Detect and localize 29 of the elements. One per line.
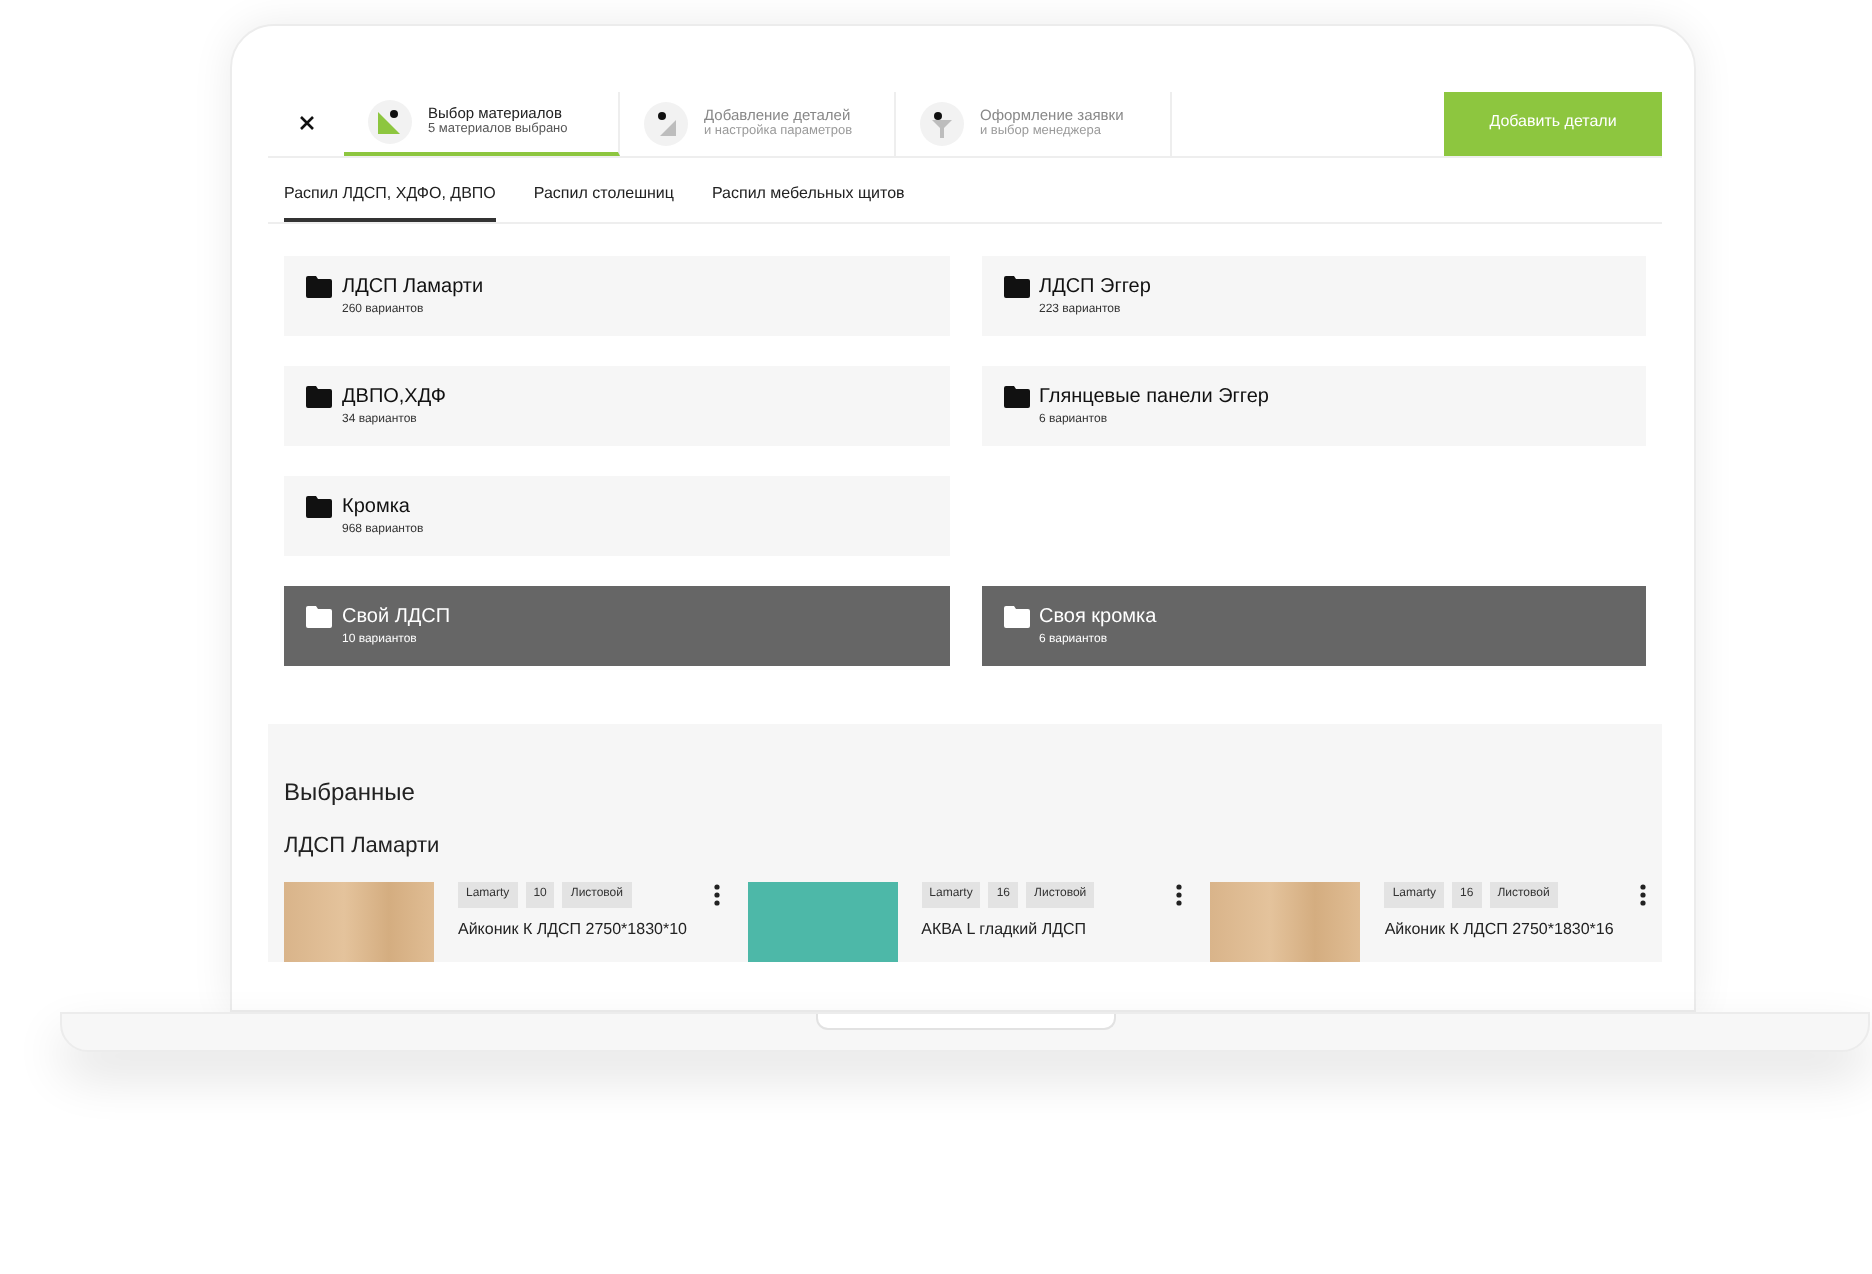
folder-icon <box>1003 275 1029 297</box>
folder-icon <box>306 495 332 517</box>
section-title: Выбранные <box>284 775 417 809</box>
material-title: Айконик К ЛДСП 2750*1830*16 <box>1384 918 1616 942</box>
folder-icon <box>306 385 332 407</box>
more-options-icon[interactable] <box>713 884 720 906</box>
material-title: АКВА L гладкий ЛДСП <box>921 918 1089 942</box>
material-tab[interactable]: Распил столешниц <box>533 175 674 221</box>
material-tab[interactable]: Распил мебельных щитов <box>711 175 905 221</box>
material-title: Айконик К ЛДСП 2750*1830*10 <box>458 918 689 942</box>
category-name: Глянцевые панели Эггер <box>1039 383 1269 411</box>
category-name: Своя кромка <box>1039 603 1157 631</box>
category-name: ЛДСП Эггер <box>1039 273 1151 301</box>
step-icon <box>920 101 964 146</box>
folder-icon <box>1003 605 1029 627</box>
category-name: Свой ЛДСП <box>342 603 451 631</box>
category-name: ЛДСП Ламарти <box>342 273 484 301</box>
close-icon <box>299 116 313 131</box>
material-tab[interactable]: Распил ЛДСП, ХДФО, ДВПО <box>284 175 496 221</box>
more-options-icon[interactable] <box>1640 884 1646 906</box>
folder-icon <box>1003 385 1029 407</box>
step-icon <box>368 99 412 144</box>
folder-icon <box>306 275 332 297</box>
step-icon <box>644 101 688 146</box>
category-name: Кромка <box>342 493 410 521</box>
more-options-icon[interactable] <box>1176 884 1183 906</box>
category-name: ДВПО,ХДФ <box>342 383 447 411</box>
folder-icon <box>306 605 332 627</box>
group-title: ЛДСП Ламарти <box>284 831 442 861</box>
